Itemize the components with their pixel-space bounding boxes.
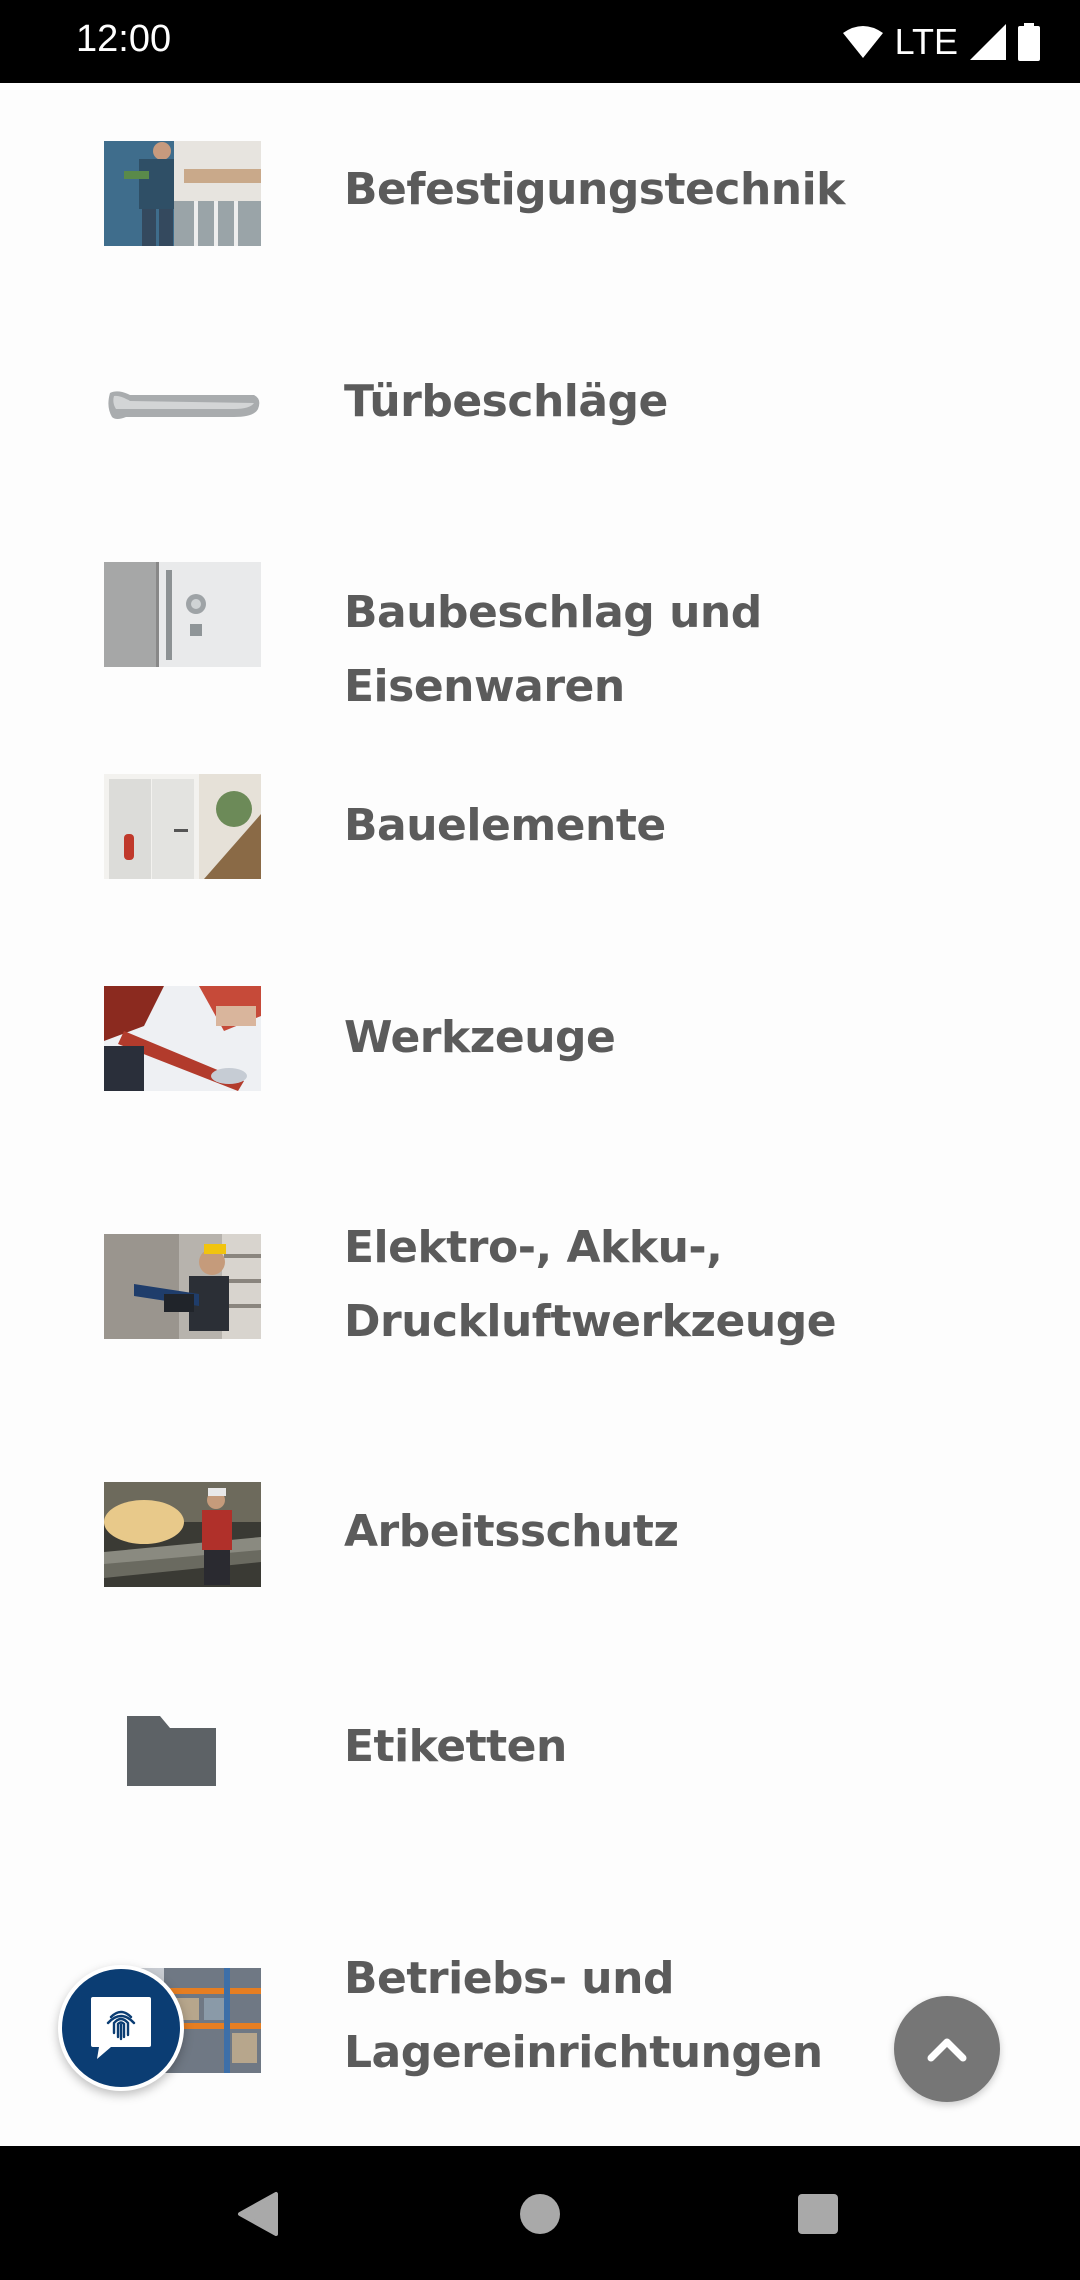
category-item-etiketten[interactable]: Etiketten	[0, 1636, 1080, 1872]
category-label: Werkzeuge	[344, 1001, 1044, 1075]
category-label-line: Werkzeuge	[344, 1012, 616, 1063]
fingerprint-chat-icon	[91, 1997, 151, 2059]
scroll-to-top-button[interactable]	[894, 1996, 1000, 2102]
door-handle-photo	[104, 351, 261, 456]
door-fittings-photo	[104, 562, 261, 667]
status-bar: 12:00 LTE	[0, 0, 1080, 83]
chat-button[interactable]	[58, 1965, 184, 2091]
category-label-line: Türbeschläge	[344, 376, 668, 427]
category-item-baubeschlag[interactable]: Baubeschlag und Eisenwaren	[0, 505, 1080, 717]
category-item-arbeitsschutz[interactable]: Arbeitsschutz	[0, 1424, 1080, 1636]
category-item-werkzeuge[interactable]: Werkzeuge	[0, 929, 1080, 1141]
category-label-line: Arbeitsschutz	[344, 1506, 679, 1557]
status-icons: LTE	[842, 20, 1040, 64]
category-label-line: Etiketten	[344, 1721, 567, 1772]
nav-home-button[interactable]	[508, 2182, 572, 2246]
category-label: Baubeschlag und Eisenwaren	[344, 576, 1044, 724]
category-item-elektrowerkzeuge[interactable]: Elektro-, Akku-, Druckluftwerkzeuge	[0, 1141, 1080, 1424]
category-label-line: Elektro-, Akku-,	[344, 1222, 723, 1273]
safety-worker-photo	[104, 1482, 261, 1587]
folder-icon	[120, 1696, 240, 1801]
category-label: Elektro-, Akku-, Druckluftwerkzeuge	[344, 1211, 1044, 1359]
signal-icon	[970, 24, 1006, 60]
pipe-wrench-photo	[104, 986, 261, 1091]
nav-recents-button[interactable]	[786, 2182, 850, 2246]
chevron-up-icon	[927, 2038, 967, 2062]
category-label: Etiketten	[344, 1710, 1044, 1784]
category-item-befestigungstechnik[interactable]: Befestigungstechnik	[0, 83, 1080, 293]
category-item-tuerbeschlaege[interactable]: Türbeschläge	[0, 293, 1080, 505]
installer-photo	[104, 141, 261, 246]
category-label: Bauelemente	[344, 789, 1044, 863]
nav-back-button[interactable]	[226, 2182, 290, 2246]
category-label-line: Druckluftwerkzeuge	[344, 1296, 837, 1347]
category-label: Arbeitsschutz	[344, 1495, 1044, 1569]
navigation-bar	[0, 2146, 1080, 2280]
category-item-bauelemente[interactable]: Bauelemente	[0, 717, 1080, 929]
wifi-icon	[842, 26, 883, 58]
status-time: 12:00	[76, 18, 172, 60]
building-elements-photo	[104, 774, 261, 879]
category-label-line: Bauelemente	[344, 800, 666, 851]
recents-icon	[798, 2194, 838, 2234]
category-label: Türbeschläge	[344, 365, 1044, 439]
back-icon	[238, 2192, 278, 2236]
category-label-line: Befestigungstechnik	[344, 164, 845, 215]
category-label: Befestigungstechnik	[344, 153, 1044, 227]
category-label-line: Baubeschlag und Eisenwaren	[344, 587, 762, 712]
home-icon	[520, 2194, 560, 2234]
power-tool-photo	[104, 1234, 261, 1339]
battery-icon	[1018, 23, 1040, 61]
network-type-label: LTE	[894, 21, 958, 62]
